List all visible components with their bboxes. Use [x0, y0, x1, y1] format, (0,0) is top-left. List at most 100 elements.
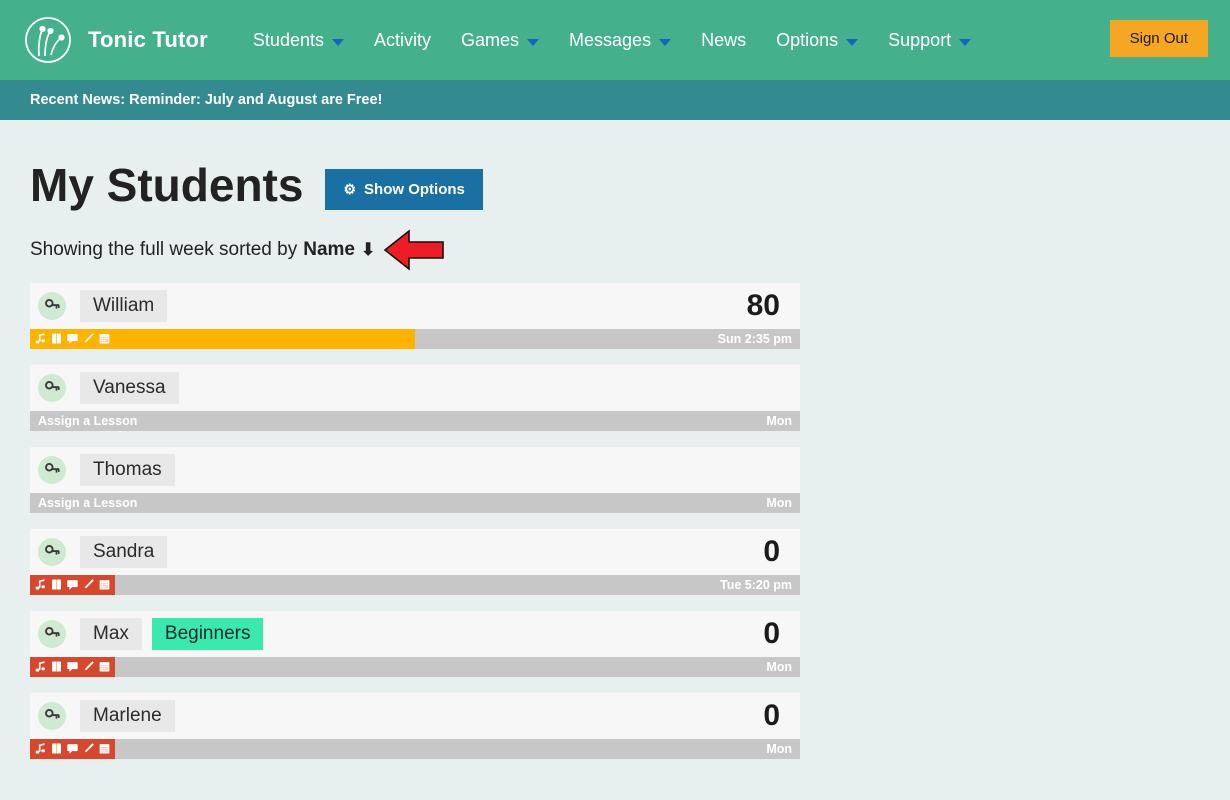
sign-out-button[interactable]: Sign Out — [1110, 20, 1208, 57]
student-score: 0 — [763, 619, 790, 649]
student-score: 0 — [763, 537, 790, 567]
student-card-header: Sandra 0 — [30, 529, 800, 575]
music-note-icon[interactable] — [34, 742, 47, 755]
student-score: 0 — [763, 701, 790, 731]
student-action-icons — [30, 575, 115, 595]
comment-icon[interactable] — [66, 578, 79, 591]
gear-icon: ⚙ — [343, 182, 356, 196]
chevron-down-icon — [846, 39, 858, 46]
sort-status-line: Showing the full week sorted by Name ⬇ — [30, 233, 1200, 267]
music-note-icon[interactable] — [34, 660, 47, 673]
student-progress-bar: Tue 5:20 pm — [30, 575, 800, 595]
student-group-chip[interactable]: Beginners — [152, 618, 264, 650]
student-card-header: Max Beginners 0 — [30, 611, 800, 657]
show-options-button[interactable]: ⚙ Show Options — [325, 169, 482, 210]
sort-prefix-text: Showing the full week sorted by — [30, 239, 297, 261]
student-progress-bar: Mon — [30, 739, 800, 759]
red-left-arrow-icon — [383, 229, 445, 271]
student-card: Thomas Assign a Lesson Mon — [30, 447, 800, 513]
student-last-activity-time: Mon — [766, 496, 800, 510]
student-name-chip[interactable]: William — [80, 290, 167, 322]
pencil-icon[interactable] — [82, 660, 95, 673]
student-progress-bar: Sun 2:35 pm — [30, 329, 800, 349]
student-name-chip[interactable]: Thomas — [80, 454, 175, 486]
key-icon[interactable] — [38, 620, 66, 648]
student-last-activity-time: Sun 2:35 pm — [718, 332, 800, 346]
book-icon[interactable] — [50, 660, 63, 673]
sort-direction-down-icon[interactable]: ⬇ — [361, 240, 375, 260]
nav-item-label: Activity — [374, 30, 431, 51]
nav-item-activity[interactable]: Activity — [359, 0, 446, 80]
nav-item-messages[interactable]: Messages — [554, 0, 686, 80]
student-card: Vanessa Assign a Lesson Mon — [30, 365, 800, 431]
key-icon[interactable] — [38, 538, 66, 566]
key-icon[interactable] — [38, 702, 66, 730]
assign-lesson-link[interactable]: Assign a Lesson — [30, 496, 137, 510]
chevron-down-icon — [527, 39, 539, 46]
calendar-icon[interactable] — [98, 742, 111, 755]
chevron-down-icon — [659, 39, 671, 46]
chevron-down-icon — [959, 39, 971, 46]
student-card: Max Beginners 0 Mon — [30, 611, 800, 677]
nav-item-support[interactable]: Support — [873, 0, 986, 80]
tonic-tutor-logo-icon[interactable] — [22, 14, 74, 66]
student-last-activity-time: Mon — [766, 742, 800, 756]
book-icon[interactable] — [50, 742, 63, 755]
recent-news-text[interactable]: Recent News: Reminder: July and August a… — [30, 92, 382, 108]
student-last-activity-time: Mon — [766, 414, 800, 428]
student-card-header: William 80 — [30, 283, 800, 329]
student-name-chip[interactable]: Marlene — [80, 700, 175, 732]
key-icon[interactable] — [38, 292, 66, 320]
nav-item-games[interactable]: Games — [446, 0, 554, 80]
key-icon[interactable] — [38, 374, 66, 402]
nav-item-news[interactable]: News — [686, 0, 761, 80]
student-card: Sandra 0 Tue 5:20 pm — [30, 529, 800, 595]
comment-icon[interactable] — [66, 332, 79, 345]
student-progress-bar: Assign a Lesson Mon — [30, 411, 800, 431]
show-options-label: Show Options — [364, 181, 465, 198]
student-name-chip[interactable]: Sandra — [80, 536, 167, 568]
nav-item-label: Games — [461, 30, 519, 51]
student-action-icons — [30, 657, 115, 677]
recent-news-bar: Recent News: Reminder: July and August a… — [0, 80, 1230, 120]
student-last-activity-time: Mon — [766, 660, 800, 674]
key-icon[interactable] — [38, 456, 66, 484]
nav-item-students[interactable]: Students — [238, 0, 359, 80]
student-progress-bar: Assign a Lesson Mon — [30, 493, 800, 513]
nav-items: Students Activity Games Messages News Op… — [238, 0, 986, 80]
student-card-header: Thomas — [30, 447, 800, 493]
nav-item-label: News — [701, 30, 746, 51]
student-score: 80 — [747, 291, 790, 321]
nav-item-label: Students — [253, 30, 324, 51]
calendar-icon[interactable] — [98, 578, 111, 591]
pencil-icon[interactable] — [82, 332, 95, 345]
music-note-icon[interactable] — [34, 578, 47, 591]
title-row: My Students ⚙ Show Options — [30, 160, 1200, 211]
student-action-icons — [30, 329, 415, 349]
student-name-chip[interactable]: Max — [80, 618, 142, 650]
nav-item-label: Options — [776, 30, 838, 51]
student-card-header: Vanessa — [30, 365, 800, 411]
book-icon[interactable] — [50, 332, 63, 345]
calendar-icon[interactable] — [98, 660, 111, 673]
book-icon[interactable] — [50, 578, 63, 591]
nav-item-options[interactable]: Options — [761, 0, 873, 80]
student-name-chip[interactable]: Vanessa — [80, 372, 179, 404]
student-card: William 80 Sun 2:35 pm — [30, 283, 800, 349]
brand-name[interactable]: Tonic Tutor — [88, 27, 208, 53]
comment-icon[interactable] — [66, 742, 79, 755]
chevron-down-icon — [332, 39, 344, 46]
comment-icon[interactable] — [66, 660, 79, 673]
nav-item-label: Messages — [569, 30, 651, 51]
assign-lesson-link[interactable]: Assign a Lesson — [30, 414, 137, 428]
music-note-icon[interactable] — [34, 332, 47, 345]
main-content: My Students ⚙ Show Options Showing the f… — [0, 120, 1230, 759]
student-card-header: Marlene 0 — [30, 693, 800, 739]
pencil-icon[interactable] — [82, 578, 95, 591]
calendar-icon[interactable] — [98, 332, 111, 345]
pencil-icon[interactable] — [82, 742, 95, 755]
student-last-activity-time: Tue 5:20 pm — [720, 578, 800, 592]
sort-field-label[interactable]: Name — [303, 239, 355, 261]
student-card-list: William 80 Sun 2:35 pm Vanessa Assign a Less… — [30, 283, 800, 759]
nav-item-label: Support — [888, 30, 951, 51]
